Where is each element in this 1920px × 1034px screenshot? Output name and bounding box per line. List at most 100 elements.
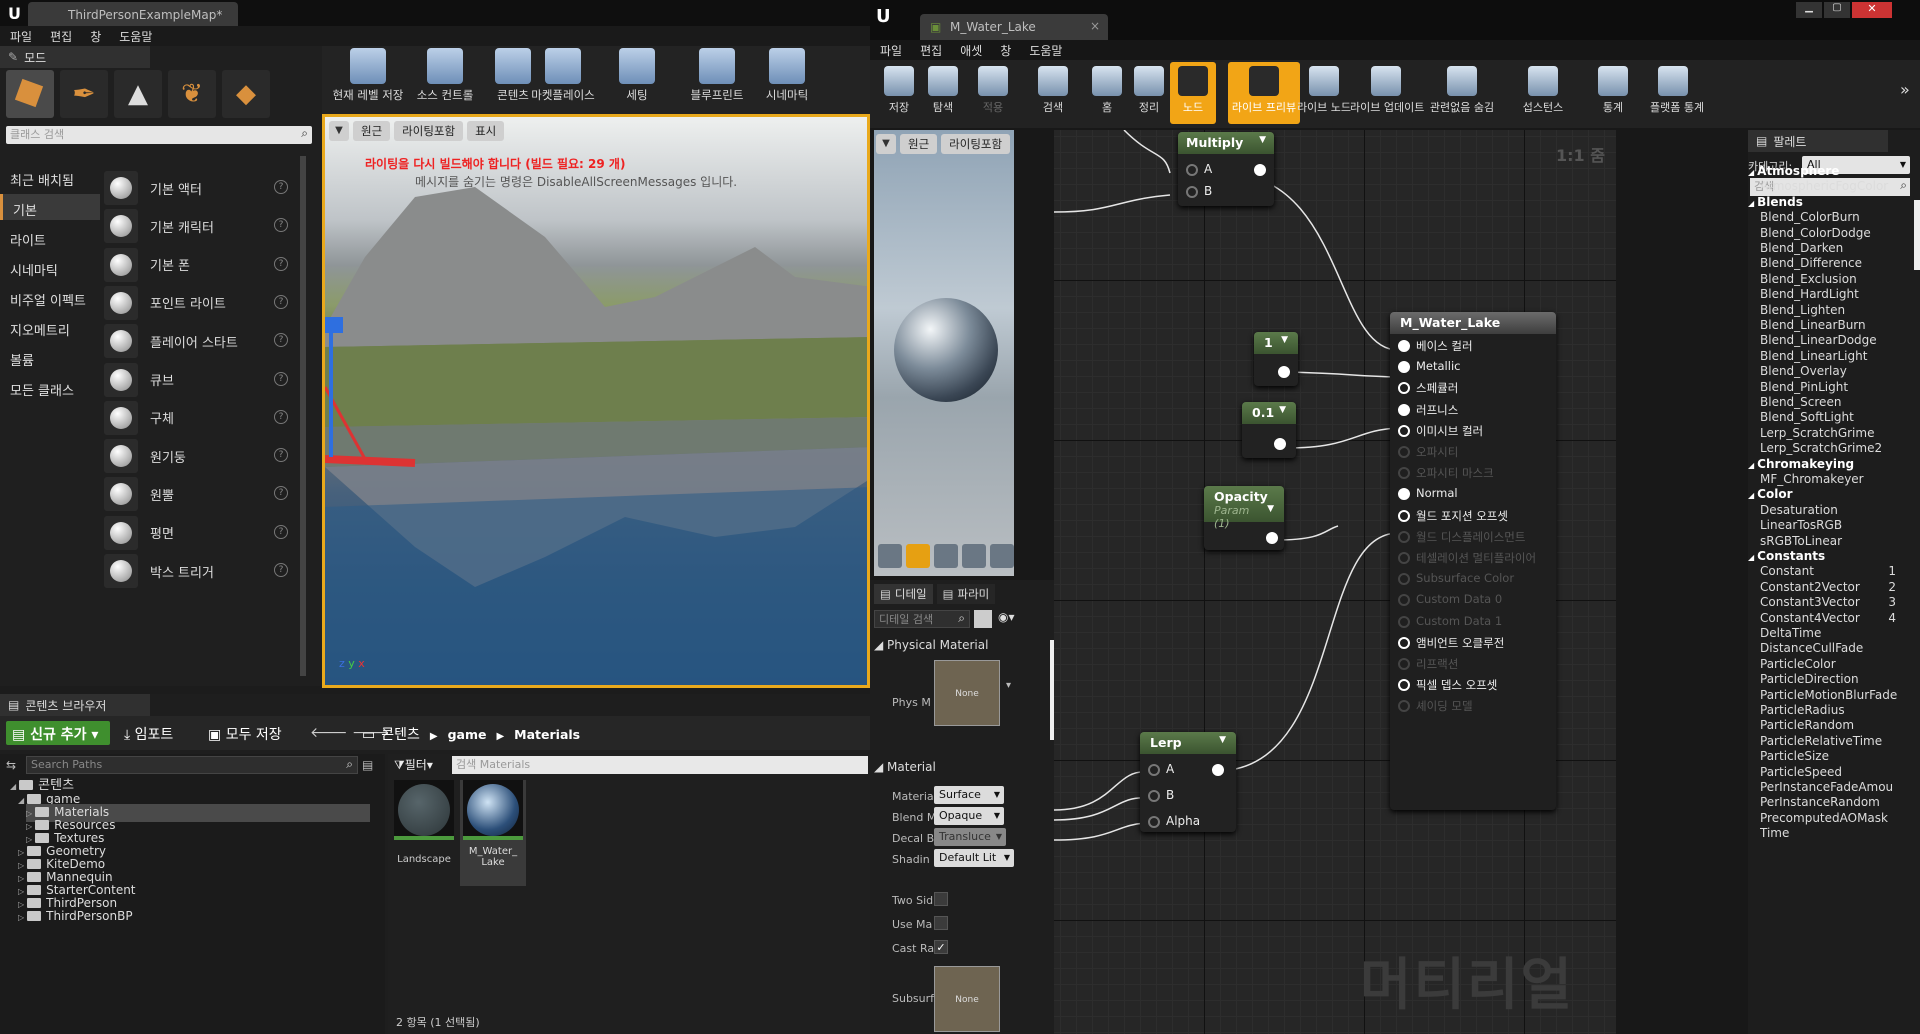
level-viewport[interactable]: ▼ 원근 라이팅포함 표시 라이팅을 다시 빌드해야 합니다 (빌드 필요: 29 … [322,114,870,688]
palette-item[interactable]: Blend_LinearLight [1760,349,1906,363]
menu-item[interactable]: 도움말 [1029,42,1062,59]
palette-item[interactable]: Lerp_ScratchGrime [1760,426,1906,440]
foliage-mode-icon[interactable]: ❦ [168,70,216,118]
material-property-dropdown[interactable]: Transluce [934,828,1006,846]
palette-item[interactable]: Constant4Vector 4 [1760,611,1906,625]
add-new-button[interactable]: ▤ 신규 추가 ▾ [6,721,110,745]
palette-item[interactable]: Time [1760,826,1906,840]
palette-item[interactable]: ParticleRadius [1760,703,1906,717]
palette-item[interactable]: Desaturation [1760,503,1906,517]
content-browser-tab[interactable]: ▤ 콘텐츠 브라우저 [0,694,150,716]
palette-category[interactable]: ◢ Chromakeying [1748,457,1854,471]
palette-item[interactable]: DeltaTime [1760,626,1906,640]
toolbar-button[interactable]: 블루프린트 [682,48,752,103]
palette-item[interactable]: ParticleSpeed [1760,765,1906,779]
toolbar-button[interactable]: 홈 [1084,62,1130,124]
palette-item[interactable]: ParticleColor [1760,657,1906,671]
cylinder-shape-icon[interactable] [878,544,902,568]
help-icon[interactable]: ? [274,448,288,463]
breadcrumb-item[interactable]: Materials [514,727,580,742]
menu-item[interactable]: 편집 [50,28,72,45]
material-property-dropdown[interactable]: Surface [934,786,1004,804]
maximize-icon[interactable]: ▢ [1824,2,1850,18]
toolbar-button[interactable]: 소스 컨트롤 [410,48,480,103]
toolbar-button[interactable]: 정리 [1126,62,1172,124]
viewport-button[interactable]: 라이팅포함 [394,121,464,141]
phys-mat-thumbnail[interactable]: None [934,660,1000,726]
palette-item[interactable]: PerInstanceRandom [1760,795,1906,809]
viewport-button[interactable]: 원근 [353,121,391,141]
asset-landscape[interactable]: Landscape [394,780,454,870]
palette-category[interactable]: ◢ Color [1748,487,1792,501]
close-tab-icon[interactable]: × [1090,19,1100,33]
result-input-pin[interactable] [1398,467,1410,480]
palette-item[interactable]: MF_Chromakeyer [1760,472,1906,486]
opacity-param-node[interactable]: Opacity ▼ Param (1) [1204,486,1284,550]
result-input-pin[interactable] [1398,403,1410,416]
preview-button[interactable]: 라이팅포함 [941,134,1011,154]
chevron-right-icon[interactable]: ▷ [18,913,24,922]
details-search-input[interactable]: 디테일 검색 ⌕ [874,610,970,628]
import-button[interactable]: ⤓ 임포트 [124,724,173,744]
palette-item[interactable]: Blend_Overlay [1760,364,1906,378]
category-item[interactable]: 볼륨 [0,344,100,370]
plane-shape-icon[interactable] [934,544,958,568]
palette-item[interactable]: Blend_Difference [1760,256,1906,270]
toolbar-button[interactable]: 라이브 업데이트 [1350,62,1424,124]
palette-item[interactable]: DistanceCullFade [1760,641,1906,655]
result-input-pin[interactable] [1398,594,1410,607]
close-icon[interactable]: ✕ [1852,2,1892,18]
breadcrumb-item[interactable]: 콘텐츠 [381,727,420,743]
palette-category[interactable]: ◢ Atmosphere [1748,164,1839,178]
palette-item[interactable]: Blend_SoftLight [1760,410,1906,424]
modes-tab[interactable]: ✎ 모드 [0,46,150,68]
toolbar-button[interactable]: 적용 [970,62,1016,124]
palette-item[interactable]: AtmosphericFogColor [1760,179,1906,193]
palette-item[interactable]: PerInstanceFadeAmou [1760,780,1906,794]
constant-01-node[interactable]: 0.1 ▼ [1242,402,1296,458]
opacity-output-pin[interactable] [1266,532,1278,544]
palette-item[interactable]: Blend_PinLight [1760,380,1906,394]
toolbar-button[interactable]: 저장 [876,62,922,124]
toolbar-button[interactable]: 플랫폼 통계 [1650,62,1704,124]
chevron-down-icon[interactable]: ◢ [10,782,16,791]
viewport-menu-button[interactable]: ▼ [329,121,349,141]
toolbar-button[interactable]: 마켓플레이스 [528,48,598,103]
help-icon[interactable]: ? [274,371,288,386]
material-checkbox[interactable] [934,916,948,930]
category-item[interactable]: 최근 배치됨 [0,164,100,190]
toolbar-button[interactable]: 섭스턴스 [1520,62,1566,124]
toolbar-button[interactable]: 관련없음 숨김 [1426,62,1498,124]
help-icon[interactable]: ? [274,218,288,233]
save-all-button[interactable]: ▣ 모두 저장 [208,724,282,744]
category-item[interactable]: 라이트 [0,224,100,250]
palette-item[interactable]: ParticleRandom [1760,718,1906,732]
help-icon[interactable]: ? [274,256,288,271]
material-property-dropdown[interactable]: Default Lit [934,849,1014,867]
multiply-output-pin[interactable] [1254,164,1266,176]
palette-scrollbar[interactable] [1914,200,1920,270]
lerp-node[interactable]: Lerp ▼ A B Alpha [1140,732,1236,832]
toolbar-button[interactable]: 시네마틱 [752,48,822,103]
palette-item[interactable]: PrecomputedAOMask [1760,811,1906,825]
custom-shape-icon[interactable] [990,544,1014,568]
result-input-pin[interactable] [1398,700,1410,713]
help-icon[interactable]: ? [274,524,288,539]
help-icon[interactable]: ? [274,294,288,309]
toolbar-overflow-icon[interactable]: » [1900,80,1910,99]
palette-category[interactable]: ◢ Constants [1748,549,1825,563]
grid-view-icon[interactable] [974,610,992,628]
search-materials-input[interactable]: 검색 Materials [452,756,868,774]
palette-item[interactable]: LinearTosRGB [1760,518,1906,532]
subsurface-thumbnail[interactable]: None [934,966,1000,1032]
toolbar-button[interactable]: 현재 레벨 저장 [332,48,404,103]
minimize-icon[interactable]: ▁ [1796,2,1822,18]
palette-category[interactable]: ◢ Blends [1748,195,1803,209]
result-input-pin[interactable] [1398,382,1410,395]
result-input-pin[interactable] [1398,658,1410,670]
palette-item[interactable]: ParticleSize [1760,749,1906,763]
result-input-pin[interactable] [1398,488,1410,501]
result-input-pin[interactable] [1398,424,1410,437]
result-node[interactable]: M_Water_Lake 베이스 컬러 Metallic 스페큘러 러프니스 이미시브 … [1390,312,1556,810]
material-checkbox[interactable]: ✓ [934,940,948,954]
